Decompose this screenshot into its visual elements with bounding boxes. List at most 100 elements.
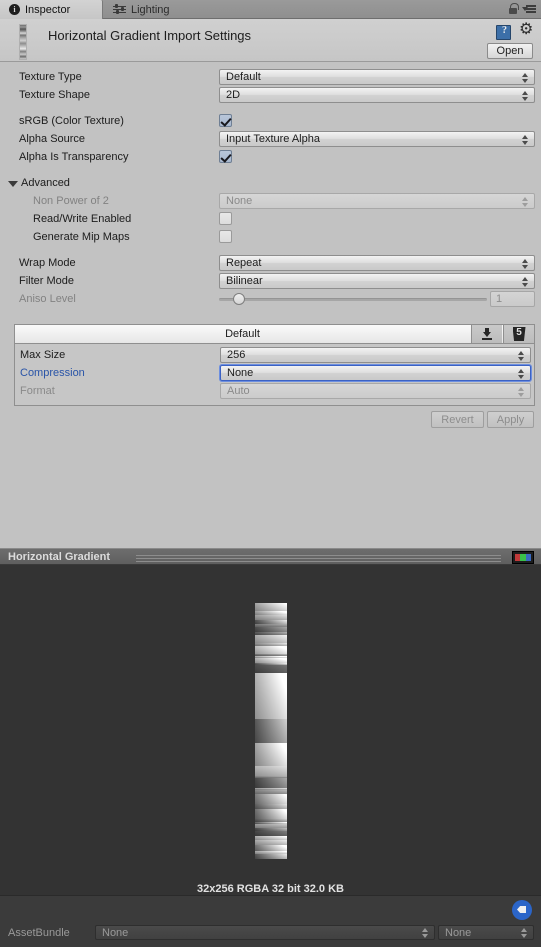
label-format: Format — [20, 385, 55, 397]
row-non-power-of-2: Non Power of 2 None — [0, 193, 541, 211]
row-texture-shape: Texture Shape 2D — [0, 87, 541, 105]
chevron-updown-icon — [522, 196, 529, 208]
label-read-write-enabled: Read/Write Enabled — [33, 213, 132, 225]
rgb-channel-icon[interactable] — [512, 551, 534, 564]
properties-panel: Texture Type Default Texture Shape 2D sR… — [0, 62, 541, 309]
non-power-of-2-dropdown: None — [219, 193, 535, 209]
row-compression: Compression None — [15, 365, 534, 383]
hamburger-menu-icon[interactable] — [522, 4, 536, 14]
chevron-updown-icon — [518, 350, 525, 362]
texture-shape-value: 2D — [226, 89, 241, 101]
non-power-of-2-value: None — [226, 195, 253, 207]
texture-type-value: Default — [226, 71, 261, 83]
filter-mode-dropdown[interactable]: Bilinear — [219, 273, 535, 289]
platform-settings-box: Default Max Size 256 Compression None Fo… — [14, 324, 535, 406]
tab-inspector-label: Inspector — [25, 3, 71, 16]
platform-tab-default[interactable]: Default — [15, 328, 470, 340]
row-alpha-source: Alpha Source Input Texture Alpha — [0, 131, 541, 149]
label-alpha-source: Alpha Source — [19, 133, 86, 145]
label-wrap-mode: Wrap Mode — [19, 257, 76, 269]
header-icons — [496, 22, 533, 40]
tab-lighting[interactable]: Lighting — [104, 0, 180, 19]
label-generate-mip-maps: Generate Mip Maps — [33, 231, 130, 243]
label-srgb: sRGB (Color Texture) — [19, 115, 124, 127]
compression-value: None — [227, 367, 254, 379]
preview-title: Horizontal Gradient — [8, 551, 111, 563]
texture-preview — [255, 603, 287, 859]
row-max-size: Max Size 256 — [15, 347, 534, 365]
max-size-value: 256 — [227, 349, 246, 361]
gear-icon[interactable] — [519, 22, 533, 40]
label-non-power-of-2: Non Power of 2 — [33, 195, 109, 207]
row-aniso-level: Aniso Level 1 — [0, 291, 541, 309]
alpha-source-value: Input Texture Alpha — [226, 133, 320, 145]
lighting-icon — [113, 4, 126, 15]
format-dropdown: Auto — [220, 383, 531, 399]
label-compression: Compression — [20, 367, 85, 379]
aniso-level-field[interactable]: 1 — [490, 291, 535, 307]
texture-type-dropdown[interactable]: Default — [219, 69, 535, 85]
generate-mip-maps-checkbox[interactable] — [219, 230, 232, 243]
lock-icon[interactable] — [508, 3, 519, 15]
assetbundle-dropdown[interactable]: None — [95, 925, 435, 940]
platform-tab-bar: Default — [15, 325, 534, 344]
chevron-updown-icon — [522, 258, 529, 270]
info-icon: i — [9, 4, 20, 15]
assetbundle-variant-value: None — [445, 926, 472, 939]
wrap-mode-dropdown[interactable]: Repeat — [219, 255, 535, 271]
label-aniso-level: Aniso Level — [19, 293, 76, 305]
row-filter-mode: Filter Mode Bilinear — [0, 273, 541, 291]
label-texture-shape: Texture Shape — [19, 89, 90, 101]
label-texture-type: Texture Type — [19, 71, 82, 83]
apply-button[interactable]: Apply — [487, 411, 534, 428]
row-read-write-enabled: Read/Write Enabled — [0, 211, 541, 229]
read-write-enabled-checkbox[interactable] — [219, 212, 232, 225]
filter-mode-value: Bilinear — [226, 275, 263, 287]
aniso-level-slider[interactable] — [219, 293, 487, 305]
chevron-updown-icon — [522, 90, 529, 102]
alpha-is-transparency-checkbox[interactable] — [219, 150, 232, 163]
tab-inspector[interactable]: i Inspector — [0, 0, 103, 19]
bottom-bar: AssetBundle None None — [0, 895, 541, 947]
assetbundle-variant-dropdown[interactable]: None — [438, 925, 534, 940]
inspector-header: Horizontal Gradient Import Settings Open — [0, 19, 541, 62]
chevron-updown-icon — [518, 386, 525, 398]
tab-lighting-label: Lighting — [131, 3, 170, 16]
open-button[interactable]: Open — [487, 43, 533, 59]
label-max-size: Max Size — [20, 349, 66, 361]
webgl-platform-icon[interactable] — [503, 325, 534, 343]
label-alpha-is-transparency: Alpha Is Transparency — [19, 151, 129, 163]
advanced-foldout[interactable]: Advanced — [0, 175, 541, 193]
standalone-platform-icon[interactable] — [471, 325, 502, 343]
preview-header: Horizontal Gradient — [0, 548, 541, 565]
format-value: Auto — [227, 385, 250, 397]
row-alpha-is-transparency: Alpha Is Transparency — [0, 149, 541, 167]
row-generate-mip-maps: Generate Mip Maps — [0, 229, 541, 247]
page-title: Horizontal Gradient Import Settings — [48, 28, 252, 43]
srgb-checkbox[interactable] — [219, 114, 232, 127]
row-texture-type: Texture Type Default — [0, 69, 541, 87]
texture-info: 32x256 RGBA 32 bit 32.0 KB — [197, 883, 344, 895]
row-format: Format Auto — [15, 383, 534, 401]
chevron-down-icon — [8, 181, 18, 187]
assetbundle-label: AssetBundle — [8, 927, 70, 939]
row-srgb: sRGB (Color Texture) — [0, 113, 541, 131]
compression-dropdown[interactable]: None — [220, 365, 531, 381]
alpha-source-dropdown[interactable]: Input Texture Alpha — [219, 131, 535, 147]
help-book-icon[interactable] — [496, 25, 512, 40]
advanced-label: Advanced — [21, 177, 70, 189]
slider-handle[interactable] — [233, 293, 245, 305]
label-filter-mode: Filter Mode — [19, 275, 75, 287]
max-size-dropdown[interactable]: 256 — [220, 347, 531, 363]
tab-bar-actions — [508, 3, 536, 15]
preview-drag-handle[interactable] — [136, 555, 501, 562]
texture-shape-dropdown[interactable]: 2D — [219, 87, 535, 103]
revert-button[interactable]: Revert — [431, 411, 484, 428]
chevron-updown-icon — [521, 927, 528, 939]
inspector-window: i Inspector Lighting Horizontal Gradient… — [0, 0, 541, 947]
chevron-updown-icon — [522, 72, 529, 84]
chevron-updown-icon — [522, 276, 529, 288]
wrap-mode-value: Repeat — [226, 257, 262, 269]
row-wrap-mode: Wrap Mode Repeat — [0, 255, 541, 273]
asset-label-icon[interactable] — [512, 900, 532, 920]
